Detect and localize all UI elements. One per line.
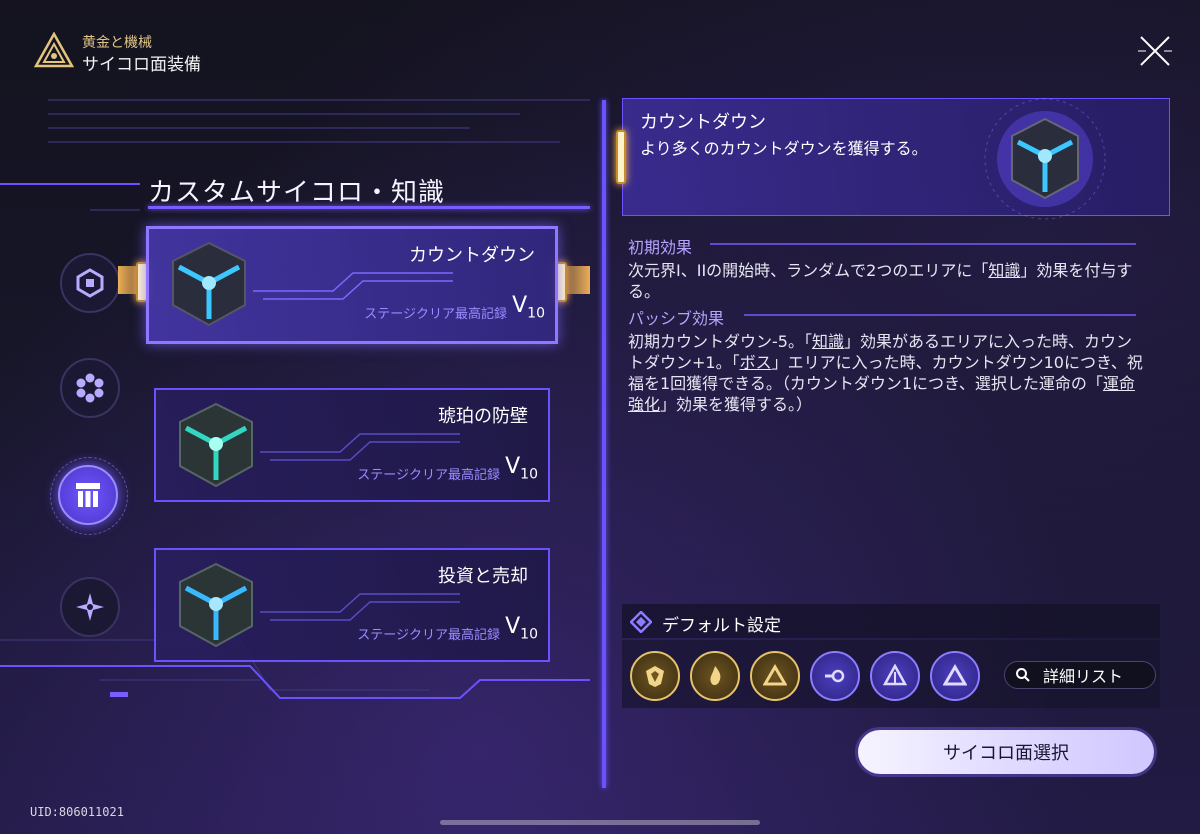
header-subtitle: 黄金と機械: [82, 35, 152, 51]
pillars-icon: [76, 483, 100, 507]
golden-machine-logo-icon: [34, 32, 74, 68]
passive-effect-text: 初期カウントダウン-5。「知識」効果があるエリアに入った時、カウントダウン+1。…: [628, 332, 1143, 414]
select-dice-face-button[interactable]: サイコロ面選択: [858, 730, 1154, 774]
heading-rule: [710, 243, 1136, 245]
stage-record-label: ステージクリア最高記録: [364, 307, 507, 322]
dice-card-name: カウントダウン: [409, 245, 535, 266]
dice-cube-icon: [179, 562, 253, 648]
dice-card[interactable]: カウントダウン ステージクリア最高記録 V10: [146, 226, 558, 344]
search-icon: [1016, 668, 1030, 682]
dice-cube-icon: [179, 402, 253, 488]
heading-rule: [744, 314, 1136, 316]
dice-card-name: 琥珀の防壁: [438, 406, 528, 427]
dice-card[interactable]: 琥珀の防壁 ステージクリア最高記録 V10: [154, 388, 550, 502]
page-title: サイコロ面装備: [82, 55, 201, 75]
category-pillars-button[interactable]: [58, 465, 118, 525]
detail-list-label: 詳細リスト: [1043, 667, 1124, 686]
star-icon: [76, 593, 104, 621]
category-dice-button[interactable]: [60, 253, 120, 313]
key-icon: [825, 669, 845, 683]
dice-cube-icon: [172, 241, 246, 327]
stage-record-value: V10: [505, 454, 538, 483]
home-indicator[interactable]: [440, 820, 760, 825]
dice-hex-icon: [76, 268, 104, 298]
initial-effect-heading: 初期効果: [628, 238, 693, 257]
close-icon[interactable]: [1136, 32, 1174, 70]
triangle-icon: [943, 664, 967, 686]
flower-icon: [76, 373, 104, 403]
dice-portrait-icon: [984, 98, 1106, 220]
detail-tab-marker: [616, 130, 626, 184]
tree-triangle-icon: [883, 664, 907, 686]
flame-icon: [710, 666, 721, 685]
panel-divider: [602, 100, 606, 788]
default-slot-2[interactable]: [690, 651, 740, 701]
section-title: カスタムサイコロ・知識: [148, 178, 446, 208]
default-slot-1[interactable]: [630, 651, 680, 701]
stage-record-label: ステージクリア最高記録: [357, 628, 500, 643]
default-slot-6[interactable]: [930, 651, 980, 701]
default-slot-5[interactable]: [870, 651, 920, 701]
section-title-underline: [148, 206, 590, 209]
default-slot-3[interactable]: [750, 651, 800, 701]
stage-record-value: V10: [512, 293, 545, 322]
user-id: UID:806011021: [30, 805, 124, 819]
default-settings-icon: [630, 611, 652, 633]
initial-effect-text: 次元界I、IIの開始時、ランダムで2つのエリアに「知識」効果を付与する。: [628, 261, 1133, 301]
default-slot-4[interactable]: [810, 651, 860, 701]
detail-dice-description: より多くのカウントダウンを獲得する。: [640, 139, 928, 158]
detail-list-button[interactable]: 詳細リスト: [1004, 661, 1156, 689]
dice-card[interactable]: 投資と売却 ステージクリア最高記録 V10: [154, 548, 550, 662]
stage-record-label: ステージクリア最高記録: [357, 468, 500, 483]
detail-dice-name: カウントダウン: [640, 112, 766, 133]
stage-record-value: V10: [505, 614, 538, 643]
category-star-button[interactable]: [60, 577, 120, 637]
triangle-icon: [763, 664, 787, 686]
passive-effect-heading: パッシブ効果: [628, 309, 725, 328]
dice-card-name: 投資と売却: [438, 566, 528, 587]
category-flower-button[interactable]: [60, 358, 120, 418]
default-settings-label: デフォルト設定: [662, 616, 781, 636]
shield-crest-icon: [646, 666, 664, 687]
